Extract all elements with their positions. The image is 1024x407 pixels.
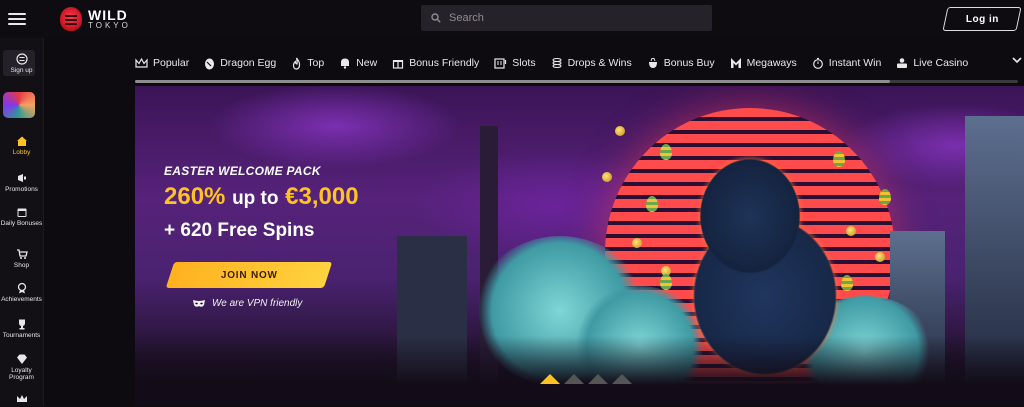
bag-icon <box>648 58 657 68</box>
category-megaways[interactable]: Megaways <box>730 57 797 69</box>
banner-amount: €3,000 <box>285 183 359 210</box>
megaphone-icon <box>17 174 26 182</box>
stopwatch-icon <box>812 57 823 69</box>
vpn-friendly-note: We are VPN friendly <box>192 298 302 309</box>
search-bar[interactable] <box>421 5 712 31</box>
top-bar: WILD TOKYO Log in <box>0 0 1024 38</box>
coin-illustration <box>846 226 856 236</box>
login-button[interactable]: Log in <box>942 7 1022 31</box>
diamond-icon <box>16 354 27 364</box>
hero-banner[interactable]: EASTER WELCOME PACK 260% up to €3,000 + … <box>135 86 1024 406</box>
category-drops-wins[interactable]: Drops & Wins <box>551 57 632 69</box>
chevron-down-icon[interactable] <box>1012 56 1022 64</box>
crown-icon <box>16 395 27 402</box>
category-bonus-friendly[interactable]: Bonus Friendly <box>392 57 479 69</box>
signup-icon <box>15 53 28 65</box>
flame-icon <box>293 57 301 70</box>
search-icon <box>431 13 441 23</box>
coin-illustration <box>632 238 642 248</box>
join-now-button[interactable]: JOIN NOW <box>165 262 333 288</box>
sidebar-item-loyalty-program[interactable]: Loyalty Program <box>0 353 43 381</box>
sidebar-item-sign-up[interactable]: Sign up <box>0 53 43 74</box>
bell-icon <box>341 58 350 69</box>
easter-egg-illustration <box>660 274 672 290</box>
site-logo[interactable]: WILD TOKYO <box>60 5 131 33</box>
category-dragon-egg[interactable]: Dragon Egg <box>204 57 276 70</box>
search-input[interactable] <box>447 11 691 25</box>
crown-icon <box>135 57 148 68</box>
logo-word: WILD <box>88 7 128 23</box>
hamburger-menu-icon[interactable] <box>8 10 26 26</box>
category-popular[interactable]: Popular <box>135 57 189 69</box>
easter-egg-illustration <box>646 196 658 212</box>
category-live-casino[interactable]: Live Casino <box>896 57 968 69</box>
easter-egg-illustration <box>833 151 845 167</box>
sidebar-item-promotions[interactable]: Promotions <box>0 172 43 193</box>
slot-machine-icon <box>494 58 507 69</box>
sidebar-item-achievements[interactable]: Achievements <box>0 282 43 303</box>
promo-wheel-icon[interactable] <box>3 92 35 118</box>
logo-mask-icon <box>60 7 82 31</box>
slide-indicator[interactable] <box>564 374 584 384</box>
home-icon <box>16 136 27 146</box>
coin-illustration <box>615 126 625 136</box>
banner-ground-fade <box>135 336 1024 406</box>
medal-icon <box>17 282 26 294</box>
dealer-icon <box>897 58 908 68</box>
category-bonus-buy[interactable]: Bonus Buy <box>647 57 715 69</box>
banner-up-to: up to <box>232 188 279 209</box>
slide-indicator[interactable] <box>588 374 608 384</box>
banner-pagination <box>540 374 632 384</box>
sidebar-item-tournaments[interactable]: Tournaments <box>0 318 43 339</box>
cart-icon <box>16 249 28 259</box>
coins-icon <box>552 58 562 68</box>
sidebar-item-shop[interactable]: Shop <box>0 248 43 269</box>
banner-headline: 260% up to €3,000 <box>164 183 359 211</box>
slide-indicator[interactable] <box>612 374 632 384</box>
slide-indicator-active[interactable] <box>540 374 560 384</box>
easter-egg-illustration <box>841 275 853 291</box>
category-nav: Popular Dragon Egg Top New Bonus Friendl… <box>135 50 1024 76</box>
coin-illustration <box>602 172 612 182</box>
m-icon <box>730 58 741 68</box>
category-instant-win[interactable]: Instant Win <box>812 57 881 69</box>
sidebar-item-more[interactable] <box>0 393 43 407</box>
sidebar-item-lobby[interactable]: Lobby <box>0 135 43 156</box>
sidebar-item-daily-bonuses[interactable]: Daily Bonuses <box>0 206 43 227</box>
mask-icon <box>193 299 205 307</box>
calendar-icon <box>17 208 26 217</box>
banner-eyebrow: EASTER WELCOME PACK <box>164 164 321 178</box>
gift-icon <box>393 60 404 69</box>
trophy-icon <box>18 319 25 330</box>
banner-free-spins: + 620 Free Spins <box>164 220 315 241</box>
easter-egg-illustration <box>879 189 891 205</box>
sidebar: Sign up Lobby Promotions Daily Bonuses S… <box>0 38 44 406</box>
category-slots[interactable]: Slots <box>494 57 536 69</box>
category-scrollbar[interactable] <box>135 80 1018 83</box>
egg-icon <box>205 58 215 69</box>
banner-percent: 260% <box>164 183 226 210</box>
category-top[interactable]: Top <box>291 57 324 70</box>
category-new[interactable]: New <box>339 57 377 69</box>
logo-sub: TOKYO <box>88 21 131 30</box>
coin-illustration <box>875 252 885 262</box>
easter-egg-illustration <box>660 144 672 160</box>
category-scrollbar-thumb[interactable] <box>135 80 890 83</box>
